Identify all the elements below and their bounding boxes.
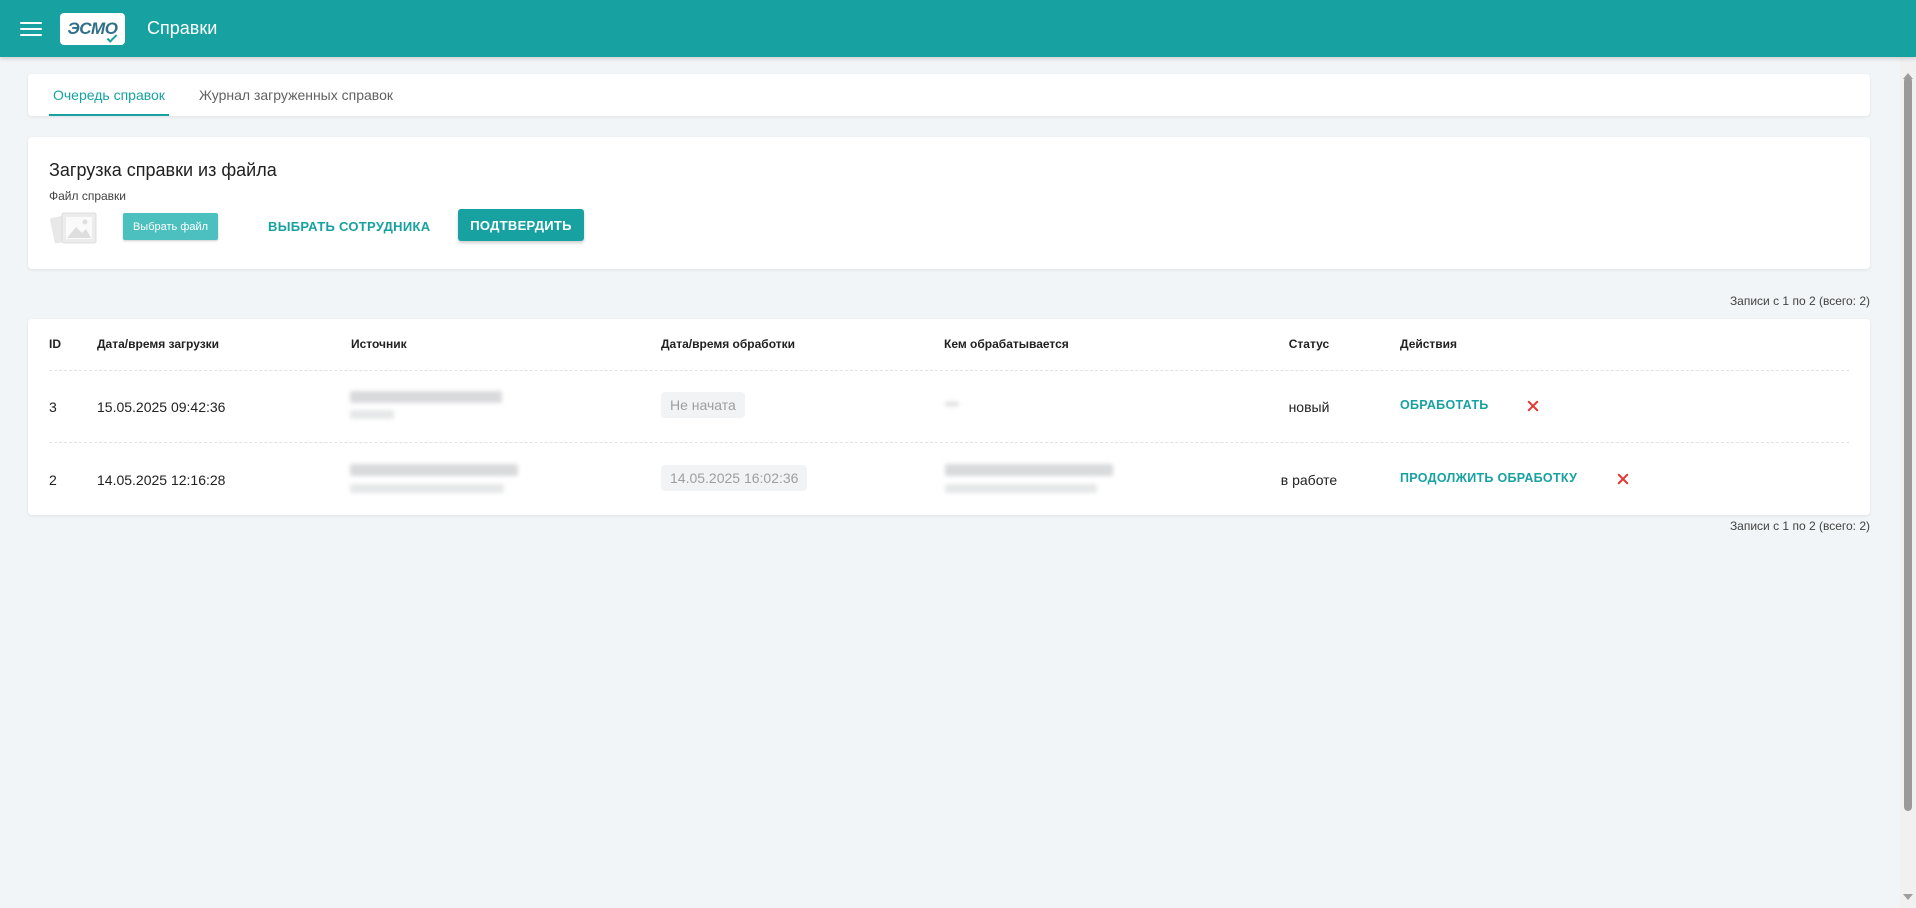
row-status: в работе <box>1280 472 1338 488</box>
redacted-processed-by <box>945 402 959 406</box>
column-header-upload-datetime: Дата/время загрузки <box>97 337 220 351</box>
upload-title: Загрузка справки из файла <box>49 160 277 180</box>
column-header-actions: Действия <box>1400 337 1458 351</box>
row-processing-datetime: 14.05.2025 16:02:36 <box>661 465 808 491</box>
header-divider <box>49 370 1849 371</box>
row-id: 3 <box>49 399 57 415</box>
upload-panel: Загрузка справки из файла Файл справки В… <box>28 137 1870 269</box>
close-icon[interactable] <box>1526 399 1540 413</box>
select-employee-button[interactable]: ВЫБРАТЬ СОТРУДНИКА <box>268 215 430 239</box>
vertical-scrollbar[interactable] <box>1900 57 1916 908</box>
redacted-source <box>350 391 502 403</box>
scroll-down-icon[interactable] <box>1903 894 1913 900</box>
row-status: новый <box>1288 399 1330 415</box>
row-upload-datetime: 15.05.2025 09:42:36 <box>97 399 226 415</box>
file-label: Файл справки <box>49 189 127 203</box>
queue-table: ID Дата/время загрузки Источник Дата/вре… <box>28 319 1870 515</box>
column-header-processed-by: Кем обрабатывается <box>944 337 1069 351</box>
tabs-bar: Очередь справок Журнал загруженных справ… <box>28 74 1870 116</box>
redacted-source-sub <box>350 410 394 419</box>
row-processing-datetime: Не начата <box>661 392 745 418</box>
tab-queue[interactable]: Очередь справок <box>49 74 169 116</box>
column-header-id: ID <box>49 337 61 351</box>
records-count-top: Записи с 1 по 2 (всего: 2) <box>1729 294 1870 308</box>
row-upload-datetime: 14.05.2025 12:16:28 <box>97 472 226 488</box>
redacted-source-sub <box>350 484 504 493</box>
column-header-status: Статус <box>1288 337 1330 351</box>
column-header-source: Источник <box>351 337 407 351</box>
column-header-processing-datetime: Дата/время обработки <box>661 337 795 351</box>
tab-journal[interactable]: Журнал загруженных справок <box>195 74 397 116</box>
redacted-processed-by <box>945 464 1113 476</box>
row-divider <box>49 442 1849 443</box>
row-id: 2 <box>49 472 57 488</box>
close-icon[interactable] <box>1616 472 1630 486</box>
redacted-processed-by-sub <box>945 484 1097 493</box>
records-count-bottom: Записи с 1 по 2 (всего: 2) <box>1729 519 1870 533</box>
redacted-source <box>350 464 518 476</box>
scroll-thumb[interactable] <box>1904 77 1912 811</box>
choose-file-button[interactable]: Выбрать файл <box>123 213 218 240</box>
continue-processing-button[interactable]: ПРОДОЛЖИТЬ ОБРАБОТКУ <box>1400 471 1577 485</box>
page-title: Справки <box>147 18 218 38</box>
confirm-button[interactable]: ПОДТВЕРДИТЬ <box>458 209 584 241</box>
app-bar: ЭСМО Справки <box>0 0 1916 57</box>
app-logo[interactable]: ЭСМО <box>60 12 125 45</box>
menu-icon[interactable] <box>20 20 42 38</box>
image-placeholder-icon <box>50 212 97 244</box>
process-button[interactable]: ОБРАБОТАТЬ <box>1400 398 1489 412</box>
